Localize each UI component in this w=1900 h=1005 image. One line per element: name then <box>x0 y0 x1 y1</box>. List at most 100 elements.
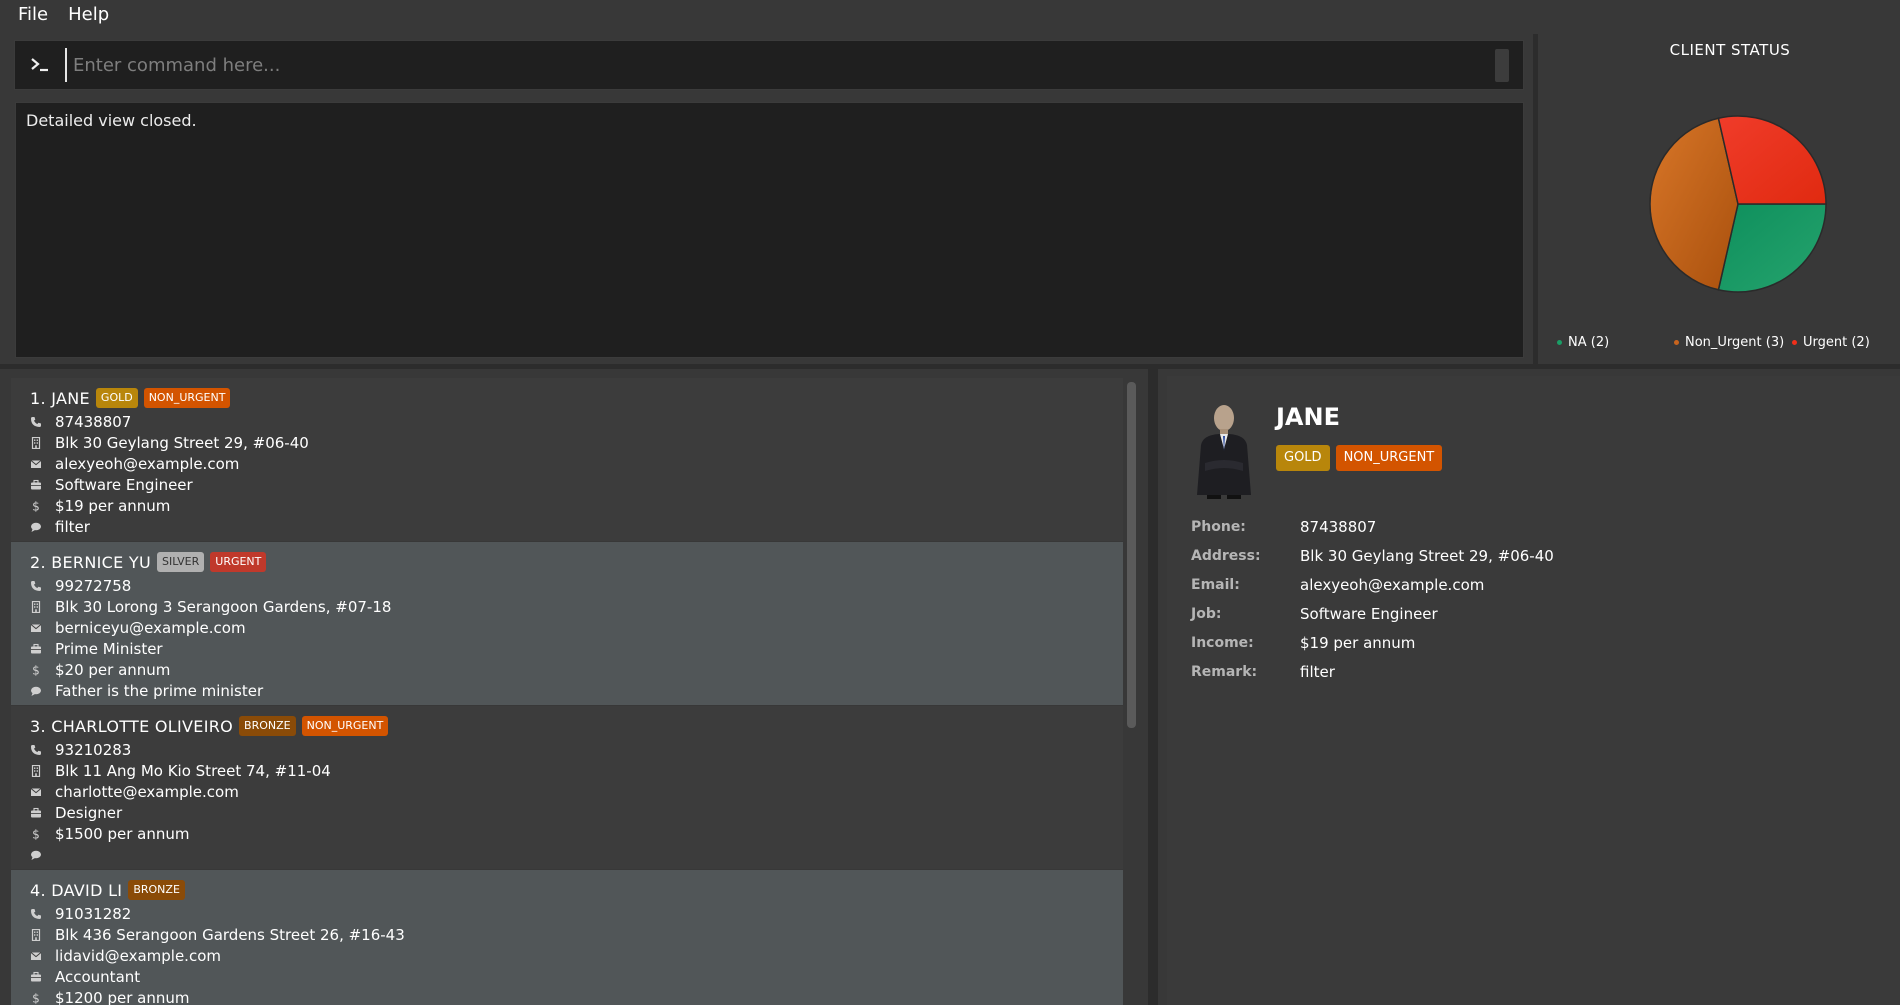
briefcase-icon <box>30 479 42 491</box>
person-remark: filter <box>30 516 1123 537</box>
detail-name: JANE <box>1276 403 1340 431</box>
speech-bubble-icon <box>30 849 42 861</box>
tag-bronze: BRONZE <box>128 880 185 900</box>
person-email-text: berniceyu@example.com <box>55 618 246 637</box>
building-icon <box>30 436 42 449</box>
person-income-text: $20 per annum <box>55 660 171 679</box>
person-name: 4. DAVID LI <box>30 880 123 900</box>
person-phone-text: 99272758 <box>55 576 132 595</box>
detail-value: filter <box>1300 662 1335 681</box>
legend-dot <box>1792 339 1797 345</box>
command-box <box>14 40 1524 90</box>
person-card[interactable]: 4. DAVID LI BRONZE 91031282 Blk 436 Serango… <box>11 870 1123 1005</box>
svg-text:$: $ <box>32 664 40 676</box>
tag-urgent: URGENT <box>210 552 267 572</box>
person-phone-text: 91031282 <box>55 904 132 923</box>
legend-dot <box>1674 339 1679 345</box>
person-address: Blk 436 Serangoon Gardens Street 26, #16… <box>30 924 1123 945</box>
detail-row-job: Job: Software Engineer <box>1191 599 1554 628</box>
tag-non-urgent: NON_URGENT <box>1335 445 1443 471</box>
person-job: Accountant <box>30 966 1123 987</box>
detail-label: Address: <box>1191 547 1261 564</box>
divider[interactable] <box>1148 369 1158 1005</box>
tag-nonurgent: NON_URGENT <box>301 716 389 736</box>
person-address-text: Blk 436 Serangoon Gardens Street 26, #16… <box>55 925 405 944</box>
person-card-header: 3. CHARLOTTE OLIVEIRO BRONZE NON_URGENT <box>30 714 1123 738</box>
dollar-icon: $ <box>30 664 42 676</box>
person-email: charlotte@example.com <box>30 781 1123 802</box>
menu-file[interactable]: File <box>8 0 58 30</box>
briefcase-icon <box>30 643 42 655</box>
detail-label: Job: <box>1191 605 1222 622</box>
person-address-text: Blk 30 Geylang Street 29, #06-40 <box>55 433 309 452</box>
tag-gold: GOLD <box>1276 445 1330 471</box>
person-name: 1. JANE <box>30 388 90 408</box>
legend-item-na: NA (2) <box>1557 332 1609 352</box>
building-icon <box>30 764 42 777</box>
person-email-text: charlotte@example.com <box>55 782 239 801</box>
person-card[interactable]: 2. BERNICE YU SILVER URGENT 99272758 Blk 30 … <box>11 542 1123 705</box>
detail-row-income: Income: $19 per annum <box>1191 628 1554 657</box>
detail-label: Remark: <box>1191 663 1258 680</box>
pie-slice-urgent <box>1717 115 1827 205</box>
person-address-text: Blk 30 Lorong 3 Serangoon Gardens, #07-1… <box>55 597 392 616</box>
person-job: Software Engineer <box>30 474 1123 495</box>
person-income-text: $1500 per annum <box>55 824 190 843</box>
list-scrollbar-thumb[interactable] <box>1127 382 1136 728</box>
envelope-icon <box>30 950 42 962</box>
person-phone: 93210283 <box>30 739 1123 760</box>
person-address: Blk 30 Lorong 3 Serangoon Gardens, #07-1… <box>30 596 1123 617</box>
person-email-text: lidavid@example.com <box>55 946 221 965</box>
tag-gold: GOLD <box>95 388 138 408</box>
speech-bubble-icon <box>30 685 42 697</box>
detail-fields: Phone: 87438807 Address: Blk 30 Geylang … <box>1191 512 1554 686</box>
person-job: Prime Minister <box>30 638 1123 659</box>
person-job-text: Software Engineer <box>55 475 193 494</box>
detail-label: Phone: <box>1191 518 1246 535</box>
person-email-text: alexyeoh@example.com <box>55 454 240 473</box>
person-job-text: Prime Minister <box>55 639 163 658</box>
pie-chart <box>1649 115 1827 293</box>
building-icon <box>30 928 42 941</box>
detail-value: 87438807 <box>1300 517 1377 536</box>
person-job-text: Designer <box>55 803 123 822</box>
person-phone: 87438807 <box>30 411 1123 432</box>
menu-help[interactable]: Help <box>58 0 119 30</box>
person-card[interactable]: 1. JANE GOLD NON_URGENT 87438807 Blk 30 Geyl… <box>11 378 1123 541</box>
person-list[interactable]: 1. JANE GOLD NON_URGENT 87438807 Blk 30 Geyl… <box>11 378 1125 1005</box>
svg-text:$: $ <box>32 992 40 1004</box>
legend-item-non-urgent: Non_Urgent (3) <box>1674 332 1784 352</box>
dollar-icon: $ <box>30 500 42 512</box>
person-name: 2. BERNICE YU <box>30 552 151 572</box>
svg-text:$: $ <box>32 828 40 840</box>
svg-text:$: $ <box>32 500 40 512</box>
person-card-header: 4. DAVID LI BRONZE <box>30 878 1123 902</box>
speech-bubble-icon <box>30 521 42 533</box>
person-phone-text: 93210283 <box>55 740 132 759</box>
command-input[interactable] <box>65 48 1485 82</box>
detail-value: Software Engineer <box>1300 604 1438 623</box>
building-icon <box>30 600 42 613</box>
divider[interactable] <box>0 364 1900 369</box>
result-display: Detailed view closed. <box>15 102 1524 358</box>
person-address: Blk 30 Geylang Street 29, #06-40 <box>30 432 1123 453</box>
detail-label: Email: <box>1191 576 1240 593</box>
person-income-text: $1200 per annum <box>55 988 190 1005</box>
divider[interactable] <box>1533 34 1538 364</box>
detail-label: Income: <box>1191 634 1254 651</box>
person-card-header: 2. BERNICE YU SILVER URGENT <box>30 550 1123 574</box>
person-email: berniceyu@example.com <box>30 617 1123 638</box>
person-card[interactable]: 3. CHARLOTTE OLIVEIRO BRONZE NON_URGENT 932… <box>11 706 1123 869</box>
dollar-icon: $ <box>30 992 42 1004</box>
person-income: $ $20 per annum <box>30 659 1123 680</box>
person-remark <box>30 844 1123 865</box>
person-address-text: Blk 11 Ang Mo Kio Street 74, #11-04 <box>55 761 331 780</box>
command-scrollbar[interactable] <box>1495 48 1509 82</box>
detail-row-phone: Phone: 87438807 <box>1191 512 1554 541</box>
person-remark: Father is the prime minister <box>30 680 1123 701</box>
detail-row-address: Address: Blk 30 Geylang Street 29, #06-4… <box>1191 541 1554 570</box>
legend-label: Non_Urgent (3) <box>1685 334 1785 350</box>
person-job: Designer <box>30 802 1123 823</box>
person-income: $ $1200 per annum <box>30 987 1123 1005</box>
person-name: 3. CHARLOTTE OLIVEIRO <box>30 716 234 736</box>
